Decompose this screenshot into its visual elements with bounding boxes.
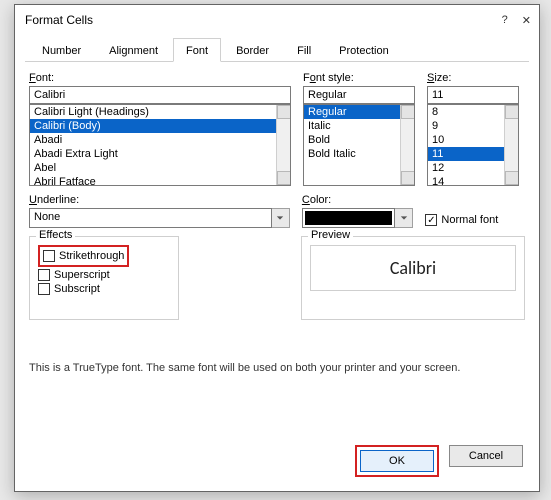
scrollbar[interactable]: ▴ ▾ bbox=[504, 105, 518, 185]
close-icon[interactable]: ✕ bbox=[522, 14, 531, 27]
font-info-note: This is a TrueType font. The same font w… bbox=[29, 362, 525, 374]
list-item[interactable]: Abel bbox=[30, 161, 290, 175]
cancel-button[interactable]: Cancel bbox=[449, 445, 523, 467]
window-title: Format Cells bbox=[25, 13, 93, 27]
effects-label: Effects bbox=[36, 229, 75, 241]
preview-group: Preview Calibri bbox=[301, 236, 525, 320]
scroll-down-icon[interactable]: ▾ bbox=[505, 171, 519, 185]
chevron-down-icon[interactable] bbox=[272, 208, 290, 228]
fontstyle-listbox[interactable]: Regular Italic Bold Bold Italic ▴ ▾ bbox=[303, 104, 415, 186]
tab-number[interactable]: Number bbox=[29, 38, 94, 62]
list-item[interactable]: Calibri Light (Headings) bbox=[30, 105, 290, 119]
checkbox-icon bbox=[43, 250, 55, 262]
font-listbox[interactable]: Calibri Light (Headings) Calibri (Body) … bbox=[29, 104, 291, 186]
checkbox-icon: ✓ bbox=[425, 214, 437, 226]
fontstyle-label: Font style: bbox=[303, 72, 415, 84]
scroll-down-icon[interactable]: ▾ bbox=[401, 171, 415, 185]
list-item[interactable]: Bold bbox=[304, 133, 414, 147]
underline-label: Underline: bbox=[29, 194, 290, 206]
size-label: Size: bbox=[427, 72, 519, 84]
list-item[interactable]: Italic bbox=[304, 119, 414, 133]
checkbox-icon bbox=[38, 269, 50, 281]
fontstyle-input[interactable] bbox=[303, 86, 415, 104]
scrollbar[interactable]: ▴ ▾ bbox=[276, 105, 290, 185]
subscript-checkbox[interactable]: Subscript bbox=[38, 283, 170, 295]
list-item[interactable]: Abril Fatface bbox=[30, 175, 290, 186]
scrollbar[interactable]: ▴ ▾ bbox=[400, 105, 414, 185]
titlebar: Format Cells ? ✕ bbox=[15, 5, 539, 35]
normal-font-checkbox[interactable]: ✓ Normal font bbox=[425, 214, 525, 226]
list-item[interactable]: Regular bbox=[304, 105, 414, 119]
color-swatch bbox=[302, 208, 396, 228]
tab-fill[interactable]: Fill bbox=[284, 38, 324, 62]
tab-border[interactable]: Border bbox=[223, 38, 282, 62]
tab-alignment[interactable]: Alignment bbox=[96, 38, 171, 62]
size-listbox[interactable]: 8 9 10 11 12 14 ▴ ▾ bbox=[427, 104, 519, 186]
underline-dropdown[interactable]: None bbox=[29, 208, 290, 228]
scroll-down-icon[interactable]: ▾ bbox=[277, 171, 291, 185]
tabs: Number Alignment Font Border Fill Protec… bbox=[25, 37, 529, 62]
scroll-up-icon[interactable]: ▴ bbox=[277, 105, 291, 119]
list-item[interactable]: Calibri (Body) bbox=[30, 119, 290, 133]
tab-protection[interactable]: Protection bbox=[326, 38, 402, 62]
content: Font: Calibri Light (Headings) Calibri (… bbox=[15, 62, 539, 384]
ok-button[interactable]: OK bbox=[360, 450, 434, 472]
color-dropdown[interactable] bbox=[302, 208, 414, 228]
chevron-down-icon[interactable] bbox=[395, 208, 413, 228]
scroll-up-icon[interactable]: ▴ bbox=[505, 105, 519, 119]
list-item[interactable]: Bold Italic bbox=[304, 147, 414, 161]
ok-highlight: OK bbox=[355, 445, 439, 477]
list-item[interactable]: Abadi Extra Light bbox=[30, 147, 290, 161]
checkbox-icon bbox=[38, 283, 50, 295]
superscript-checkbox[interactable]: Superscript bbox=[38, 269, 170, 281]
font-input[interactable] bbox=[29, 86, 291, 104]
color-label: Color: bbox=[302, 194, 414, 206]
preview-sample: Calibri bbox=[310, 245, 516, 291]
scroll-up-icon[interactable]: ▴ bbox=[401, 105, 415, 119]
preview-label: Preview bbox=[308, 229, 353, 241]
strikethrough-checkbox[interactable]: Strikethrough bbox=[43, 250, 124, 262]
format-cells-dialog: Format Cells ? ✕ Number Alignment Font B… bbox=[14, 4, 540, 492]
underline-value: None bbox=[29, 208, 272, 228]
help-icon[interactable]: ? bbox=[502, 14, 508, 27]
effects-group: Effects Strikethrough Superscript Subscr bbox=[29, 236, 179, 320]
size-input[interactable] bbox=[427, 86, 519, 104]
font-label: Font: bbox=[29, 72, 291, 84]
tab-font[interactable]: Font bbox=[173, 38, 221, 62]
list-item[interactable]: Abadi bbox=[30, 133, 290, 147]
